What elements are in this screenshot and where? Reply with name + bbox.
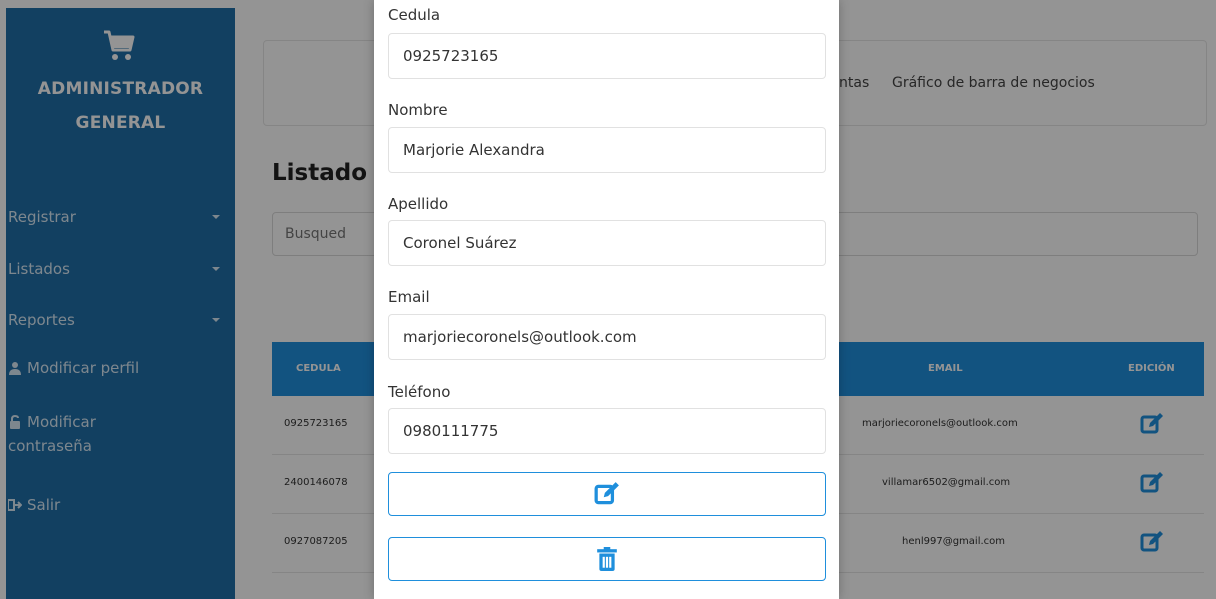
- cedula-field[interactable]: [388, 33, 826, 79]
- apellido-label: Apellido: [388, 195, 449, 213]
- nombre-label: Nombre: [388, 101, 448, 119]
- cedula-label: Cedula: [388, 6, 441, 24]
- edit-user-modal: Cedula Nombre Apellido Email Teléfono: [374, 0, 839, 599]
- apellido-field[interactable]: [388, 220, 826, 266]
- edit-icon: [594, 482, 619, 505]
- edit-button[interactable]: [388, 472, 826, 516]
- email-label: Email: [388, 288, 430, 306]
- trash-icon: [597, 547, 617, 571]
- telefono-field[interactable]: [388, 408, 826, 454]
- telefono-label: Teléfono: [388, 383, 451, 401]
- nombre-field[interactable]: [388, 127, 826, 173]
- delete-button[interactable]: [388, 537, 826, 581]
- email-field[interactable]: [388, 314, 826, 360]
